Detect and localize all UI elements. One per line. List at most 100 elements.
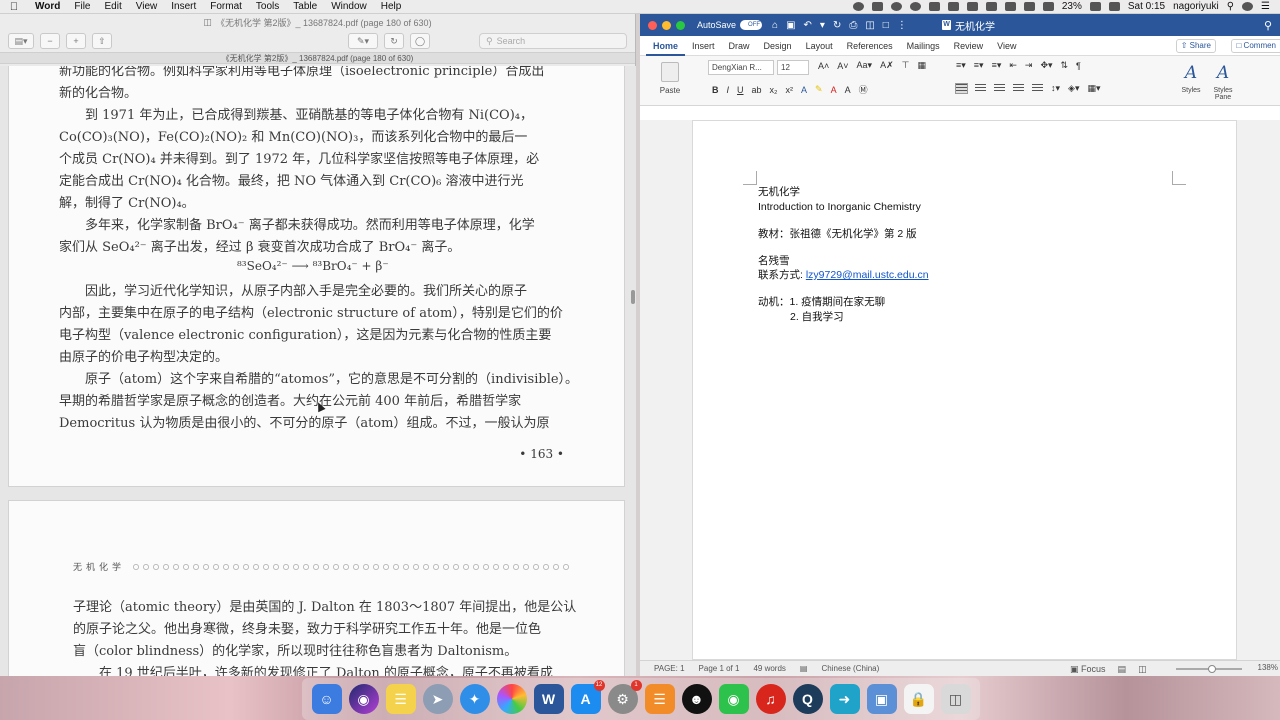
notes-icon[interactable]: ☰ <box>385 684 416 714</box>
screen-icon[interactable] <box>871 2 883 11</box>
sort-icon[interactable]: ⇅ <box>1061 60 1069 71</box>
tab-insert[interactable]: Insert <box>685 36 722 56</box>
align-center-icon[interactable] <box>975 84 986 93</box>
quicktime-icon[interactable]: Q <box>792 684 823 714</box>
share-button[interactable]: ⇧ <box>92 33 112 49</box>
new-doc-icon[interactable]: □ <box>883 20 889 31</box>
font-color-icon[interactable]: A <box>831 85 837 95</box>
menu-edit[interactable]: Edit <box>98 1 129 12</box>
pdf-search-field[interactable]: ⚲ Search <box>479 33 627 49</box>
zoom-out-button[interactable]: − <box>40 33 60 49</box>
paste-button[interactable]: Paste <box>648 62 692 95</box>
markup-button[interactable]: ✎▾ <box>348 33 378 49</box>
preview-icon[interactable]: ▣ <box>866 684 897 714</box>
document-canvas[interactable]: 无机化学 Introduction to Inorganic Chemistry… <box>640 120 1280 660</box>
open-icon[interactable]: ◫ <box>865 20 874 31</box>
qq-status-icon[interactable] <box>909 2 921 11</box>
display-icon[interactable] <box>966 2 978 11</box>
font-size-dropdown[interactable]: 12 <box>777 60 809 75</box>
downloads-stack-icon[interactable]: 🔒 <box>903 684 934 714</box>
wifi-icon[interactable] <box>1023 2 1035 11</box>
qq-icon[interactable]: ☻ <box>681 684 712 714</box>
pdf-scroll-area[interactable]: 新功能的化合物。例如科学家利用等电子体原理（isoelectronic prin… <box>0 66 636 676</box>
menu-file[interactable]: File <box>67 1 97 12</box>
spelling-check-icon[interactable]: ▤ <box>800 664 808 673</box>
borders-icon[interactable]: ▦▾ <box>1087 83 1100 94</box>
tab-draw[interactable]: Draw <box>722 36 757 56</box>
enclose-char-icon[interactable]: Ⓜ <box>859 83 868 96</box>
save-icon[interactable]: ▣ <box>786 20 795 31</box>
distributed-icon[interactable] <box>1032 84 1043 93</box>
minimize-window-button[interactable] <box>662 20 671 30</box>
char-shading-icon[interactable]: A <box>845 85 851 95</box>
change-case-icon[interactable]: Aa▾ <box>857 60 873 71</box>
clear-format-icon[interactable]: A✗ <box>880 60 894 71</box>
comments-button[interactable]: □ Commen <box>1231 39 1280 53</box>
app-store-icon[interactable]: A 12 <box>570 680 605 714</box>
justify-icon[interactable] <box>1013 84 1024 93</box>
airplay-icon[interactable] <box>947 2 959 11</box>
menu-app-word[interactable]: Word <box>28 1 67 12</box>
italic-button[interactable]: I <box>727 85 730 95</box>
align-left-icon[interactable] <box>955 83 968 94</box>
asian-layout-icon[interactable]: ✥▾ <box>1040 60 1052 71</box>
pdf-scrollbar-thumb[interactable] <box>631 290 635 304</box>
subscript-icon[interactable]: x₂ <box>770 85 778 95</box>
menu-window[interactable]: Window <box>324 1 374 12</box>
books-icon[interactable]: ☰ <box>644 684 675 714</box>
system-preferences-icon[interactable]: ⚙ 1 <box>607 680 642 714</box>
launchpad-icon[interactable]: ➤ <box>422 684 453 714</box>
zoom-in-button[interactable]: + <box>66 33 86 49</box>
siri-icon[interactable]: ◉ <box>348 684 379 714</box>
annotate-button[interactable]: ◯ <box>410 33 430 49</box>
print-layout-icon[interactable]: ▤ <box>1118 664 1127 675</box>
battery-percent[interactable]: 23% <box>1062 1 1082 12</box>
increase-indent-icon[interactable]: ⇥ <box>1025 60 1033 71</box>
shrink-font-icon[interactable]: A˅ <box>837 61 848 71</box>
char-border-icon[interactable]: ▦ <box>917 60 926 71</box>
redo-icon[interactable]: ↻ <box>833 20 841 31</box>
zoom-level[interactable]: 138% <box>1258 663 1278 672</box>
styles-pane-button[interactable]: A Styles Pane <box>1212 62 1234 101</box>
tab-design[interactable]: Design <box>757 36 799 56</box>
bold-button[interactable]: B <box>712 85 719 95</box>
word-app-icon[interactable]: W <box>533 684 564 714</box>
phonetic-guide-icon[interactable]: ⊤ <box>902 60 910 71</box>
undo-icon[interactable]: ↶ <box>804 20 812 31</box>
bullets-icon[interactable]: ≡▾ <box>956 60 966 71</box>
tab-home[interactable]: Home <box>646 36 686 56</box>
apple-menu-icon[interactable]:  <box>0 1 28 13</box>
highlight-icon[interactable]: ✎ <box>815 84 823 95</box>
screen-share-icon[interactable]: ➜ <box>829 684 860 714</box>
styles-button[interactable]: A Styles <box>1180 62 1202 101</box>
customize-toolbar-icon[interactable]: ⋮ <box>897 20 907 31</box>
zoom-window-button[interactable] <box>676 20 685 30</box>
netease-music-icon[interactable]: ♫ <box>755 684 786 714</box>
autosave-control[interactable]: AutoSave OFF <box>697 20 763 30</box>
pdf-document-tab[interactable]: 《无机化学 第2版》_ 13687824.pdf (page 180 of 63… <box>0 52 635 64</box>
battery-icon[interactable] <box>1089 2 1101 11</box>
tab-mailings[interactable]: Mailings <box>900 36 947 56</box>
sidebar-toggle-button[interactable]: ▤▾ <box>8 33 34 49</box>
document-page[interactable]: 无机化学 Introduction to Inorganic Chemistry… <box>692 120 1237 660</box>
clipboard-icon[interactable] <box>928 2 940 11</box>
time-machine-icon[interactable] <box>985 2 997 11</box>
zoom-slider-knob[interactable] <box>1208 665 1216 673</box>
document-body[interactable]: 无机化学 Introduction to Inorganic Chemistry… <box>758 185 929 324</box>
menu-user[interactable]: nagoriyuki <box>1173 1 1219 12</box>
status-page[interactable]: PAGE: 1 <box>654 664 685 673</box>
finder-icon[interactable]: ☺ <box>311 684 342 714</box>
text-effects-icon[interactable]: A <box>801 85 807 95</box>
tab-layout[interactable]: Layout <box>799 36 840 56</box>
line-spacing-icon[interactable]: ↕▾ <box>1051 83 1060 94</box>
menu-insert[interactable]: Insert <box>164 1 203 12</box>
record-icon[interactable] <box>852 2 864 11</box>
input-flag-icon[interactable] <box>1108 2 1120 11</box>
volume-icon[interactable] <box>1042 2 1054 11</box>
photos-icon[interactable] <box>496 684 527 714</box>
underline-button[interactable]: U <box>737 85 744 95</box>
print-icon[interactable]: ⎙ <box>849 20 857 31</box>
menu-clock[interactable]: Sat 0:15 <box>1128 1 1165 12</box>
bluetooth-icon[interactable] <box>1004 2 1016 11</box>
email-link[interactable]: lzy9729@mail.ustc.edu.cn <box>806 269 929 281</box>
